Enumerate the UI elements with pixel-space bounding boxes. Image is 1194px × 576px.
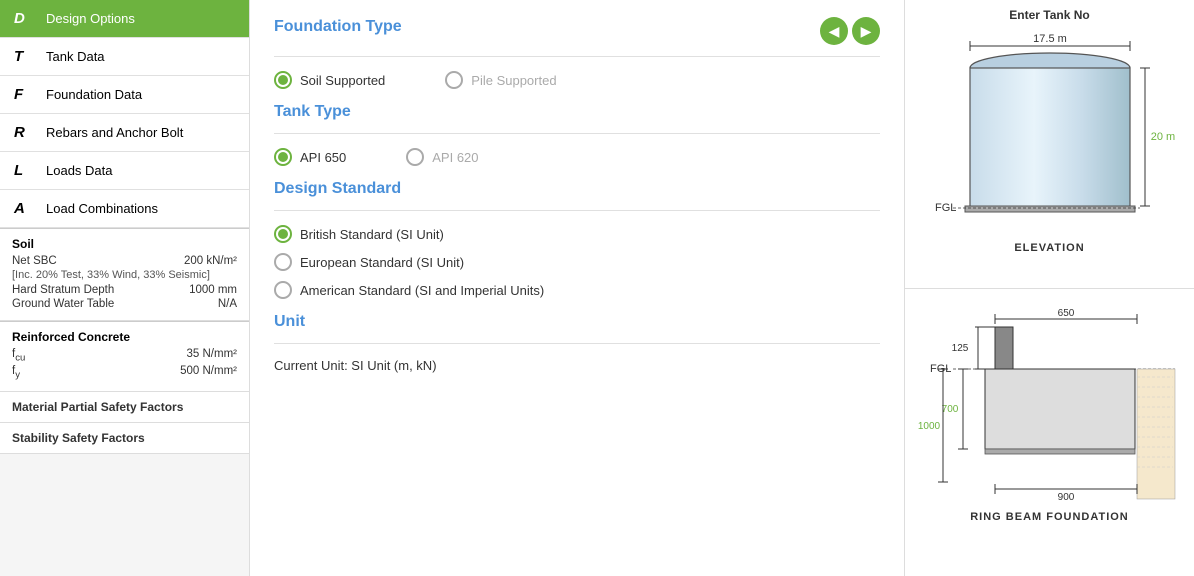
sidebar-item-tank-data[interactable]: T Tank Data xyxy=(0,38,249,76)
sidebar-item-label: Foundation Data xyxy=(46,87,142,102)
soil-supported-label: Soil Supported xyxy=(300,73,385,88)
soil-title: Soil xyxy=(12,237,237,251)
radio-inner xyxy=(278,75,288,85)
sidebar-item-label: Loads Data xyxy=(46,163,113,178)
sidebar-item-loads-data[interactable]: L Loads Data xyxy=(0,152,249,190)
net-sbc-row: Net SBC 200 kN/m² xyxy=(12,255,237,267)
european-standard-radio[interactable] xyxy=(274,253,292,271)
net-sbc-value: 200 kN/m² xyxy=(184,255,237,267)
elevation-label: ELEVATION xyxy=(1014,242,1084,254)
tank-type-title: Tank Type xyxy=(274,103,880,121)
ring-beam-svg: FGL 650 xyxy=(915,297,1185,507)
radio-inner xyxy=(278,229,288,239)
concrete-title: Reinforced Concrete xyxy=(12,330,237,344)
tank-type-options: API 650 API 620 xyxy=(274,148,880,166)
api620-option[interactable]: API 620 xyxy=(406,148,478,166)
ring-beam-label: RING BEAM FOUNDATION xyxy=(970,511,1129,523)
next-arrow-button[interactable]: ▶ xyxy=(852,17,880,45)
british-standard-option[interactable]: British Standard (SI Unit) xyxy=(274,225,880,243)
material-partial-safety-factors-button[interactable]: Material Partial Safety Factors xyxy=(0,392,249,423)
european-standard-option[interactable]: European Standard (SI Unit) xyxy=(274,253,880,271)
sidebar-item-label: Rebars and Anchor Bolt xyxy=(46,125,183,140)
foundation-type-options: Soil Supported Pile Supported xyxy=(274,71,880,89)
net-sbc-label: Net SBC xyxy=(12,255,57,267)
soil-note: [Inc. 20% Test, 33% Wind, 33% Seismic] xyxy=(12,269,237,281)
foundation-type-title: Foundation Type xyxy=(274,18,402,36)
sidebar-letter: F xyxy=(14,86,36,103)
sidebar-letter: L xyxy=(14,162,36,179)
sidebar: D Design Options T Tank Data F Foundatio… xyxy=(0,0,250,576)
sidebar-item-foundation-data[interactable]: F Foundation Data xyxy=(0,76,249,114)
ring-beam-diagram-box: FGL 650 xyxy=(905,289,1194,576)
fcu-row: fcu 35 N/mm² xyxy=(12,348,237,363)
sidebar-item-label: Load Combinations xyxy=(46,201,158,216)
api650-radio[interactable] xyxy=(274,148,292,166)
gwt-label: Ground Water Table xyxy=(12,298,114,310)
design-standard-title: Design Standard xyxy=(274,180,880,198)
current-unit-text: Current Unit: SI Unit (m, kN) xyxy=(274,358,880,373)
fy-value: 500 N/mm² xyxy=(180,365,237,380)
concrete-info-section: Reinforced Concrete fcu 35 N/mm² fy 500 … xyxy=(0,321,249,392)
fcu-label: fcu xyxy=(12,348,25,363)
sidebar-letter: D xyxy=(14,10,36,27)
american-standard-radio[interactable] xyxy=(274,281,292,299)
nav-arrows: ◀ ▶ xyxy=(820,17,880,45)
enter-tank-no-title: Enter Tank No xyxy=(1009,8,1089,22)
pile-supported-radio[interactable] xyxy=(445,71,463,89)
american-standard-label: American Standard (SI and Imperial Units… xyxy=(300,283,544,298)
sidebar-letter: T xyxy=(14,48,36,65)
fy-row: fy 500 N/mm² xyxy=(12,365,237,380)
stability-safety-factors-button[interactable]: Stability Safety Factors xyxy=(0,423,249,454)
svg-text:900: 900 xyxy=(1057,492,1074,503)
american-standard-option[interactable]: American Standard (SI and Imperial Units… xyxy=(274,281,880,299)
elevation-svg: 17.5 m 20 m FGL xyxy=(915,28,1185,238)
svg-text:20 m: 20 m xyxy=(1150,131,1174,143)
pile-supported-option[interactable]: Pile Supported xyxy=(445,71,556,89)
soil-supported-option[interactable]: Soil Supported xyxy=(274,71,385,89)
main-content: Foundation Type ◀ ▶ Soil Supported Pile … xyxy=(250,0,904,576)
hard-stratum-label: Hard Stratum Depth xyxy=(12,284,114,296)
sidebar-letter: A xyxy=(14,200,36,217)
svg-text:17.5 m: 17.5 m xyxy=(1033,33,1067,45)
api620-label: API 620 xyxy=(432,150,478,165)
svg-text:700: 700 xyxy=(941,404,958,415)
sidebar-item-rebars[interactable]: R Rebars and Anchor Bolt xyxy=(0,114,249,152)
sidebar-item-label: Tank Data xyxy=(46,49,105,64)
fcu-value: 35 N/mm² xyxy=(187,348,237,363)
svg-text:1000: 1000 xyxy=(917,421,940,432)
soil-supported-radio[interactable] xyxy=(274,71,292,89)
fy-label: fy xyxy=(12,365,20,380)
api650-label: API 650 xyxy=(300,150,346,165)
british-standard-label: British Standard (SI Unit) xyxy=(300,227,444,242)
radio-inner xyxy=(278,152,288,162)
svg-text:125: 125 xyxy=(951,343,968,354)
pile-supported-label: Pile Supported xyxy=(471,73,556,88)
hard-stratum-value: 1000 mm xyxy=(189,284,237,296)
api650-option[interactable]: API 650 xyxy=(274,148,346,166)
design-standard-options: British Standard (SI Unit) European Stan… xyxy=(274,225,880,299)
sidebar-item-design-options[interactable]: D Design Options xyxy=(0,0,249,38)
right-panel: Enter Tank No 17.5 m xyxy=(904,0,1194,576)
hard-stratum-row: Hard Stratum Depth 1000 mm xyxy=(12,284,237,296)
elevation-diagram-box: Enter Tank No 17.5 m xyxy=(905,0,1194,289)
prev-arrow-button[interactable]: ◀ xyxy=(820,17,848,45)
sidebar-item-load-combinations[interactable]: A Load Combinations xyxy=(0,190,249,228)
sidebar-item-label: Design Options xyxy=(46,11,135,26)
api620-radio[interactable] xyxy=(406,148,424,166)
european-standard-label: European Standard (SI Unit) xyxy=(300,255,464,270)
british-standard-radio[interactable] xyxy=(274,225,292,243)
unit-title: Unit xyxy=(274,313,880,331)
sidebar-letter: R xyxy=(14,124,36,141)
gwt-value: N/A xyxy=(218,298,237,310)
svg-text:650: 650 xyxy=(1057,308,1074,319)
gwt-row: Ground Water Table N/A xyxy=(12,298,237,310)
soil-info-section: Soil Net SBC 200 kN/m² [Inc. 20% Test, 3… xyxy=(0,228,249,321)
